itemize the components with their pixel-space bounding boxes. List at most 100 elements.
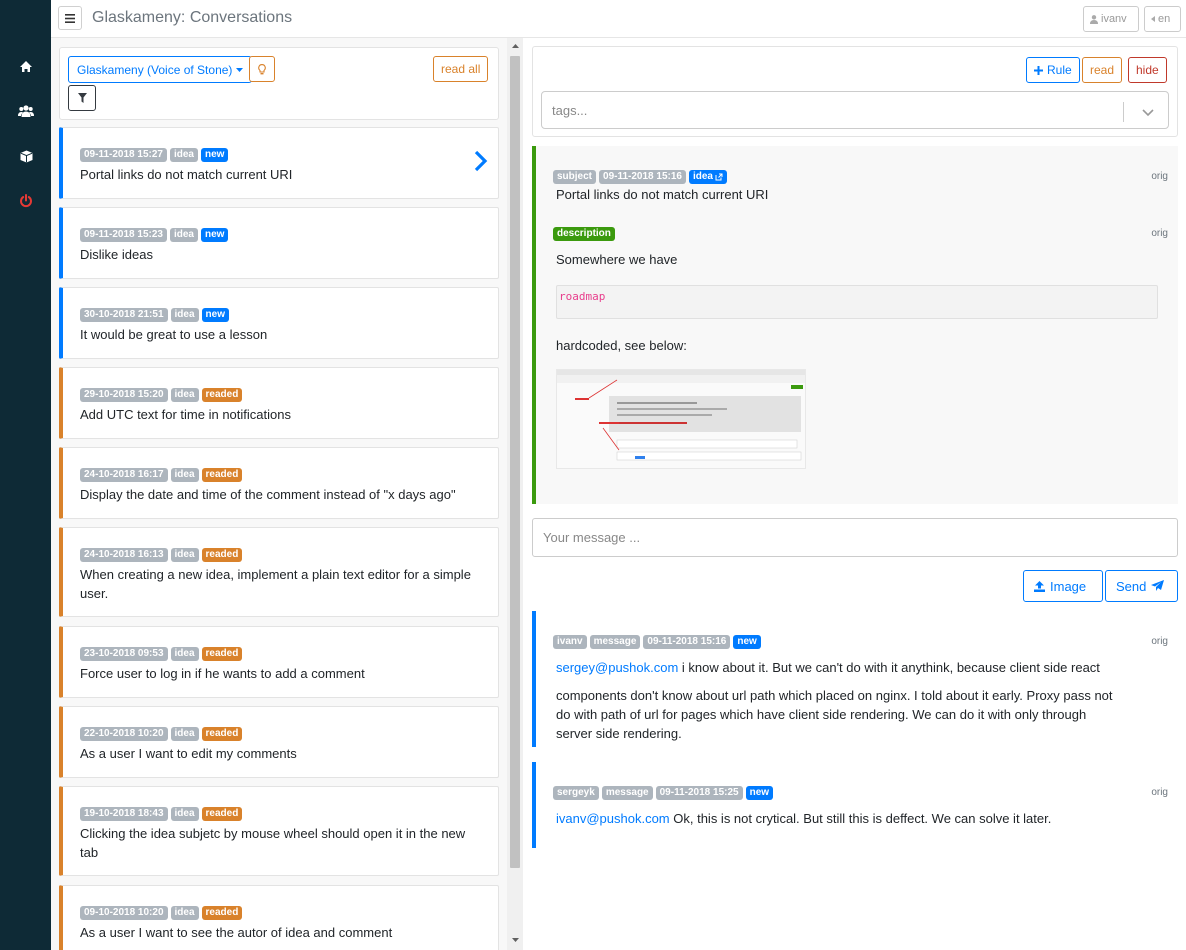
subject-badge: subject: [553, 170, 597, 184]
user-icon: [1090, 14, 1098, 24]
type-badge: idea: [170, 647, 199, 661]
date-badge: 09-11-2018 15:23: [80, 228, 167, 242]
tags-input[interactable]: tags...: [541, 91, 1169, 129]
idea-filter-button[interactable]: [249, 56, 275, 82]
upload-image-button[interactable]: Image: [1023, 570, 1103, 602]
kind-badge: message: [601, 786, 653, 800]
conversation-item[interactable]: 30-10-2018 21:51 idea new It would be great…: [59, 287, 499, 359]
scroll-down-icon[interactable]: [511, 936, 519, 944]
rule-label: Rule: [1047, 63, 1072, 77]
user-label: ivanv: [1101, 13, 1127, 25]
date-badge: 29-10-2018 15:20: [80, 388, 168, 402]
chevron-down-icon[interactable]: [1142, 105, 1154, 120]
message-text-line: sergey@pushok.com i know about it. But w…: [556, 658, 1100, 677]
conversation-item[interactable]: 29-10-2018 15:20 idea readed Add UTC text f…: [59, 367, 499, 439]
conversation-title: Force user to log in if he wants to add …: [80, 666, 365, 681]
sidebar: [0, 0, 51, 950]
conversation-badges: 09-11-2018 15:23 idea new: [80, 228, 229, 242]
language-button[interactable]: en: [1144, 6, 1181, 32]
conversation-item[interactable]: 24-10-2018 16:13 idea readed When creating …: [59, 527, 499, 617]
message-item: ivanv message 09-11-2018 15:16 new orig serge…: [532, 611, 1178, 747]
message-text-line: components don't know about url path whi…: [556, 688, 1113, 703]
mention-link[interactable]: ivanv@pushok.com: [556, 811, 670, 826]
conversation-badges: 30-10-2018 21:51 idea new: [80, 308, 229, 322]
conversation-badges: 23-10-2018 09:53 idea readed: [80, 647, 243, 661]
conversation-badges: 09-10-2018 10:20 idea readed: [80, 906, 243, 920]
conversation-badges: 24-10-2018 16:17 idea readed: [80, 468, 243, 482]
cube-icon[interactable]: [17, 147, 35, 165]
conversation-item[interactable]: 19-10-2018 18:43 idea readed Clicking the i…: [59, 786, 499, 876]
kind-badge: message: [589, 635, 641, 649]
status-badge: new: [733, 635, 761, 649]
subject-text: Portal links do not match current URI: [556, 187, 769, 202]
conversation-badges: 29-10-2018 15:20 idea readed: [80, 388, 243, 402]
message-badges: sergeyk message 09-11-2018 15:25 new: [553, 786, 774, 800]
conversation-title: It would be great to use a lesson: [80, 327, 268, 342]
author-badge: ivanv: [553, 635, 587, 649]
type-badge: idea: [170, 906, 199, 920]
chevron-right-icon[interactable]: [474, 150, 488, 175]
message-text: Ok, this is not crytical. But still this…: [669, 811, 1052, 826]
date-badge: 09-11-2018 15:25: [655, 786, 743, 800]
caret-down-icon: [236, 67, 244, 72]
status-badge: new: [201, 308, 229, 322]
date-badge: 09-11-2018 15:16: [643, 635, 731, 649]
conversation-item[interactable]: 24-10-2018 16:17 idea readed Display the da…: [59, 447, 499, 519]
power-icon[interactable]: [17, 192, 35, 210]
message-text-line: server side rendering.: [556, 726, 682, 741]
menu-toggle-button[interactable]: [58, 6, 82, 30]
subject-type-label: idea: [692, 171, 713, 182]
conversation-item[interactable]: 09-11-2018 15:23 idea new Dislike ideas: [59, 207, 499, 279]
conversation-item[interactable]: 09-11-2018 15:27 idea new Portal links do n…: [59, 127, 499, 199]
type-badge: idea: [170, 807, 199, 821]
conversation-item[interactable]: 23-10-2018 09:53 idea readed Force user to …: [59, 626, 499, 698]
status-badge: readed: [201, 468, 243, 482]
message-badges: ivanv message 09-11-2018 15:16 new: [553, 635, 761, 649]
status-badge: readed: [201, 647, 243, 661]
type-badge: idea: [170, 548, 199, 562]
date-badge: 22-10-2018 10:20: [80, 727, 168, 741]
scrollbar[interactable]: [507, 38, 523, 950]
mention-link[interactable]: sergey@pushok.com: [556, 660, 678, 675]
status-badge: readed: [201, 727, 243, 741]
hamburger-icon: [65, 13, 75, 23]
message-input[interactable]: Your message ...: [532, 518, 1178, 557]
mark-read-button[interactable]: read: [1082, 57, 1123, 83]
orig-link[interactable]: orig: [1151, 787, 1168, 798]
scroll-thumb[interactable]: [510, 56, 520, 868]
conversation-list-pane: Glaskameny (Voice of Stone) read all 09-…: [51, 38, 507, 950]
read-all-button[interactable]: read all: [433, 56, 489, 82]
conversation-item[interactable]: 09-10-2018 10:20 idea readed As a user I wa…: [59, 885, 499, 950]
hide-button[interactable]: hide: [1128, 57, 1167, 83]
top-bar: Glaskameny: Conversations ivanv en: [51, 0, 1186, 38]
subject-type-badge[interactable]: idea: [688, 170, 727, 184]
tags-separator: [1123, 102, 1124, 122]
status-badge: new: [200, 148, 229, 162]
type-badge: idea: [169, 228, 198, 242]
conversation-item[interactable]: 22-10-2018 10:20 idea readed As a user I wa…: [59, 706, 499, 778]
home-icon[interactable]: [17, 57, 35, 75]
conversation-badges: 24-10-2018 16:13 idea readed: [80, 548, 243, 562]
users-icon[interactable]: [17, 102, 35, 120]
add-rule-button[interactable]: Rule: [1026, 57, 1080, 83]
conversation-title: As a user I want to see the autor of ide…: [80, 925, 393, 940]
date-badge: 24-10-2018 16:17: [80, 468, 168, 482]
conversation-badges: 22-10-2018 10:20 idea readed: [80, 727, 243, 741]
subject-date-badge: 09-11-2018 15:16: [599, 170, 686, 184]
project-select[interactable]: Glaskameny (Voice of Stone): [68, 56, 253, 83]
date-badge: 30-10-2018 21:51: [80, 308, 168, 322]
orig-link[interactable]: orig: [1151, 171, 1168, 182]
send-button[interactable]: Send: [1105, 570, 1178, 602]
orig-link[interactable]: orig: [1151, 228, 1168, 239]
image-label: Image: [1050, 578, 1087, 594]
description-line-1: Somewhere we have: [556, 252, 678, 267]
description-line-2: hardcoded, see below:: [556, 338, 687, 353]
idea-detail-card: subject 09-11-2018 15:16 idea orig Porta…: [532, 146, 1178, 504]
scroll-up-icon[interactable]: [511, 42, 519, 50]
orig-link[interactable]: orig: [1151, 636, 1168, 647]
filter-panel: Glaskameny (Voice of Stone) read all: [59, 47, 499, 120]
user-button[interactable]: ivanv: [1083, 6, 1139, 32]
filter-button[interactable]: [68, 85, 96, 111]
screenshot-image[interactable]: [556, 369, 806, 469]
status-badge: readed: [201, 548, 243, 562]
